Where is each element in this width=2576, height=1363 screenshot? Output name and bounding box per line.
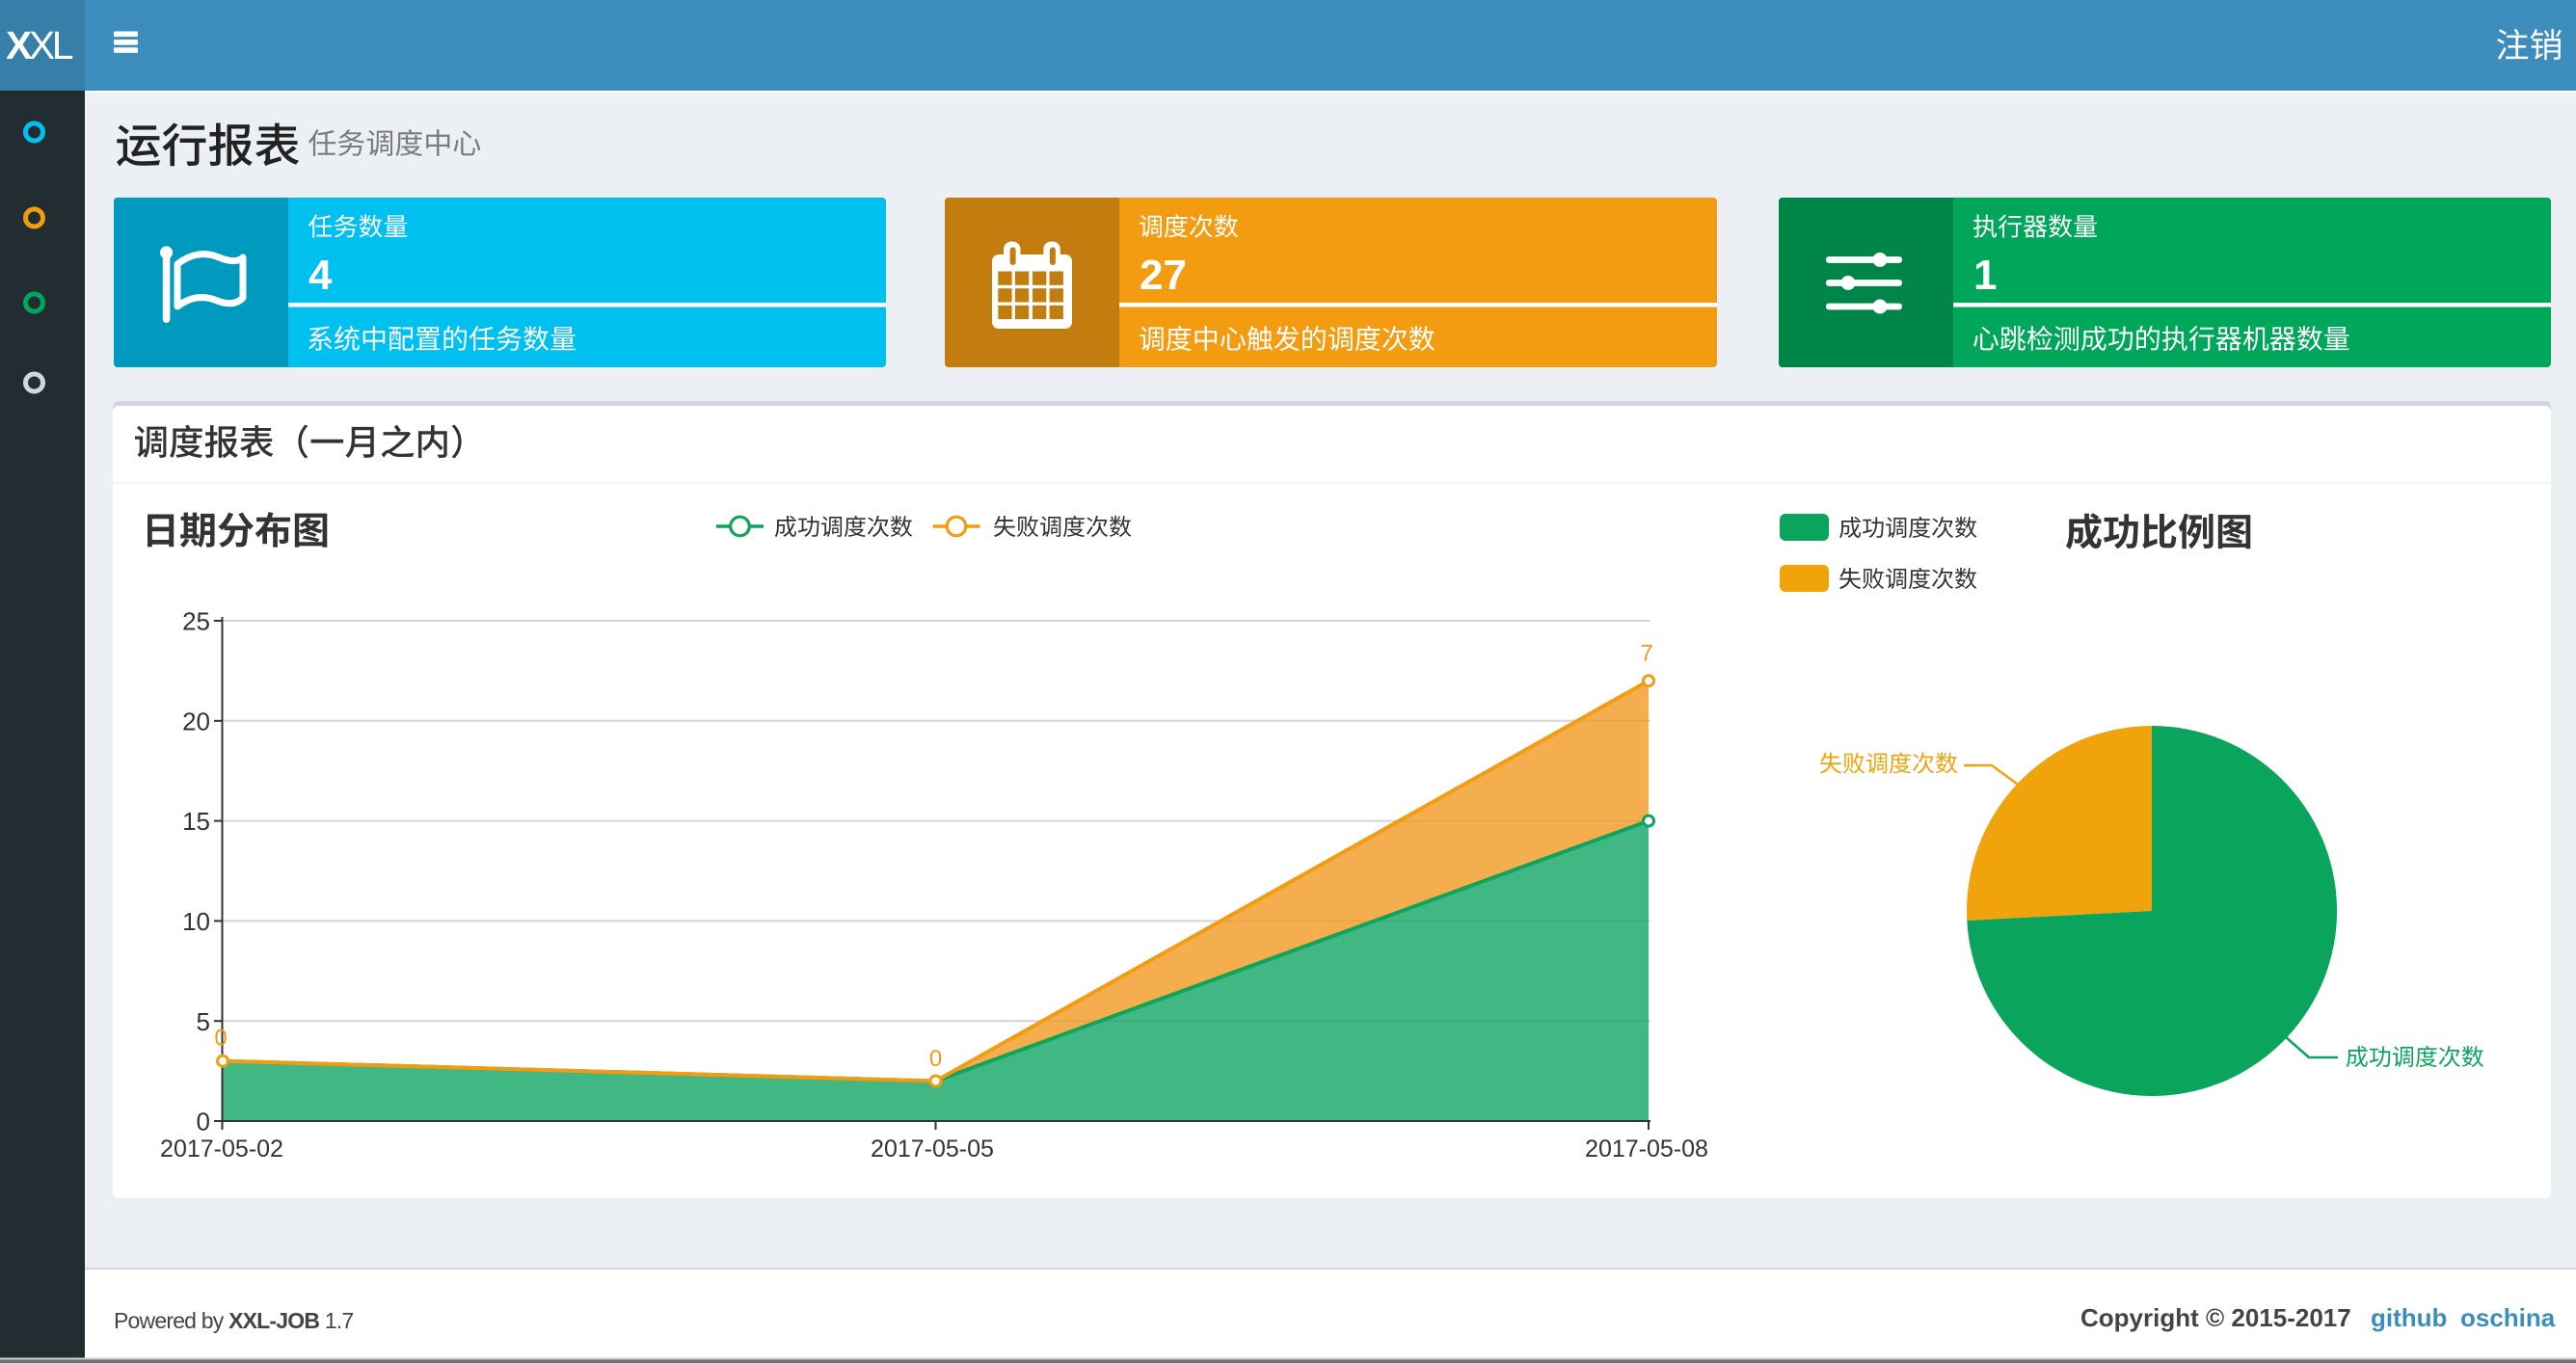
- svg-text:0: 0: [197, 1108, 210, 1136]
- svg-text:2017-05-08: 2017-05-08: [1585, 1136, 1708, 1163]
- svg-text:10: 10: [182, 907, 210, 936]
- svg-text:1: 1: [1973, 252, 1997, 299]
- svg-text:oschina: oschina: [2460, 1303, 2556, 1332]
- svg-text:0: 0: [214, 1025, 227, 1051]
- svg-text:0: 0: [929, 1046, 942, 1072]
- svg-text:2017-05-02: 2017-05-02: [160, 1136, 283, 1163]
- svg-text:15: 15: [182, 807, 210, 836]
- svg-text:27: 27: [1140, 252, 1187, 299]
- svg-text:2017-05-05: 2017-05-05: [871, 1136, 994, 1163]
- svg-text:github: github: [2371, 1303, 2447, 1332]
- svg-text:7: 7: [1640, 640, 1652, 666]
- svg-text:Powered by XXL-JOB 1.7: Powered by XXL-JOB 1.7: [114, 1308, 353, 1333]
- svg-text:5: 5: [197, 1007, 210, 1036]
- svg-text:4: 4: [309, 252, 333, 299]
- svg-text:20: 20: [182, 707, 210, 735]
- svg-text:Copyright © 2015-2017: Copyright © 2015-2017: [2080, 1303, 2351, 1332]
- svg-text:XXL: XXL: [6, 23, 73, 67]
- svg-text:25: 25: [182, 607, 210, 636]
